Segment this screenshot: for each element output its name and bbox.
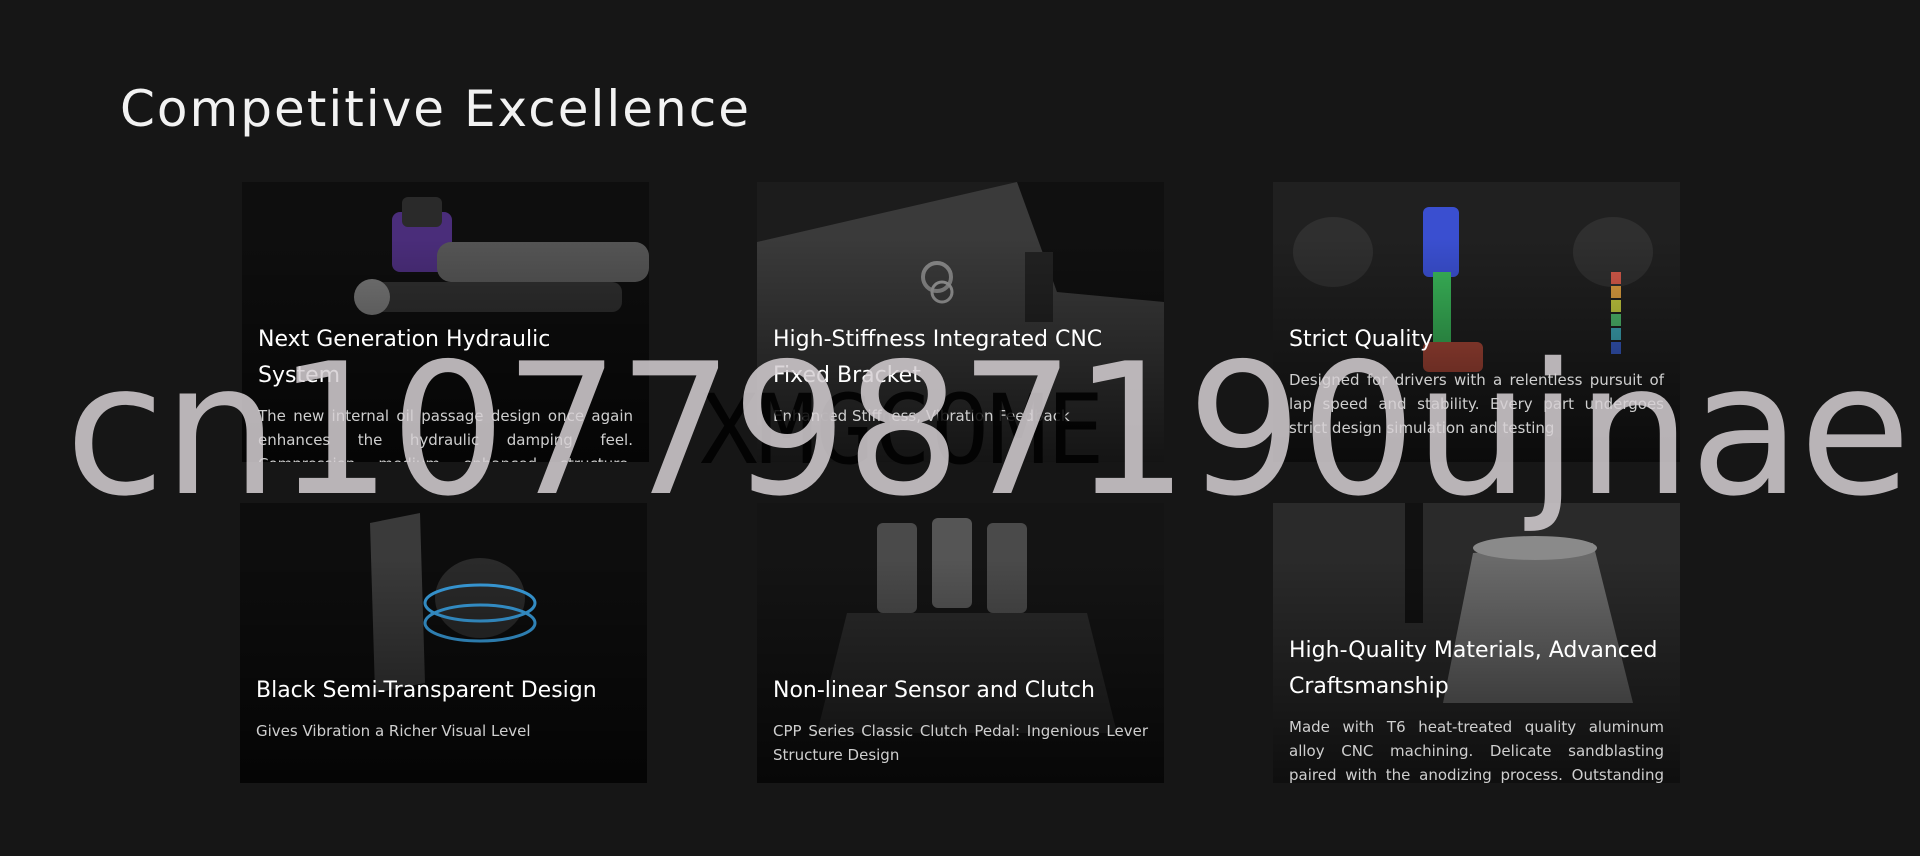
card-description: Designed for drivers with a relentless p… xyxy=(1289,371,1664,437)
card-description: Made with T6 heat-treated quality alumin… xyxy=(1289,718,1664,783)
card-text: High-Quality Materials, Advanced Craftsm… xyxy=(1289,633,1664,783)
card-title: Non-linear Sensor and Clutch xyxy=(773,678,1095,703)
feature-card-materials[interactable]: High-Quality Materials, Advanced Craftsm… xyxy=(1273,503,1680,783)
feature-card-cnc-bracket[interactable]: High-Stiffness Integrated CNC Fixed Brac… xyxy=(757,182,1164,462)
card-title: Black Semi-Transparent Design xyxy=(256,678,597,703)
card-title: Strict Quality xyxy=(1289,327,1434,352)
card-text: Black Semi-Transparent Design Gives Vibr… xyxy=(256,673,631,743)
page-title: Competitive Excellence xyxy=(120,80,751,138)
feature-card-semi-transparent[interactable]: Black Semi-Transparent Design Gives Vibr… xyxy=(240,503,647,783)
card-title: High-Quality Materials, Advanced Craftsm… xyxy=(1289,638,1658,699)
card-description: CPP Series Classic Clutch Pedal: Ingenio… xyxy=(773,722,1148,764)
card-text: Strict Quality Designed for drivers with… xyxy=(1289,322,1664,440)
card-description: Enhanced Stiffness, Vibration Feedback xyxy=(773,407,1070,425)
card-description: The new internal oil passage design once… xyxy=(258,407,633,462)
feature-card-hydraulic[interactable]: Next Generation Hydraulic System The new… xyxy=(242,182,649,462)
card-title: High-Stiffness Integrated CNC Fixed Brac… xyxy=(773,327,1103,388)
card-text: Non-linear Sensor and Clutch CPP Series … xyxy=(773,673,1148,767)
card-text: Next Generation Hydraulic System The new… xyxy=(258,322,633,462)
feature-card-strict-quality[interactable]: Strict Quality Designed for drivers with… xyxy=(1273,182,1680,462)
card-text: High-Stiffness Integrated CNC Fixed Brac… xyxy=(773,322,1148,428)
feature-card-sensor-clutch[interactable]: Non-linear Sensor and Clutch CPP Series … xyxy=(757,503,1164,783)
card-description: Gives Vibration a Richer Visual Level xyxy=(256,722,531,740)
card-title: Next Generation Hydraulic System xyxy=(258,327,551,388)
